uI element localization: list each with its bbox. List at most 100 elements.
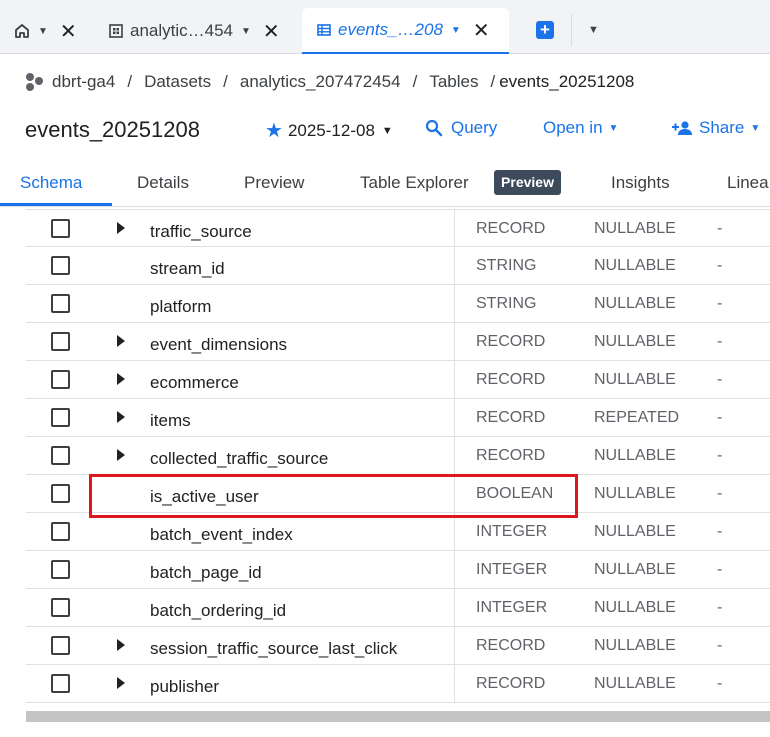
- field-mode: NULLABLE: [594, 371, 676, 388]
- field-name: batch_ordering_id: [150, 601, 287, 620]
- row-checkbox[interactable]: [51, 674, 70, 693]
- row-checkbox[interactable]: [51, 294, 70, 313]
- breadcrumb-project[interactable]: dbrt-ga4: [52, 72, 115, 92]
- chevron-down-icon: ▼: [608, 122, 619, 134]
- field-type: RECORD: [476, 447, 546, 464]
- tab-details[interactable]: Details: [137, 173, 189, 193]
- field-mode: NULLABLE: [594, 599, 676, 616]
- row-checkbox[interactable]: [51, 256, 70, 275]
- field-name: batch_page_id: [150, 563, 262, 582]
- table-row: batch_ordering_id INTEGER NULLABLE -: [26, 589, 770, 627]
- tab-home[interactable]: ▼ ✕: [14, 8, 77, 54]
- row-checkbox[interactable]: [51, 219, 70, 238]
- chevron-down-icon: ▼: [750, 122, 761, 134]
- breadcrumb: dbrt-ga4 / Datasets / analytics_20747245…: [24, 70, 634, 94]
- field-type: RECORD: [476, 220, 546, 237]
- chevron-down-icon: ▼: [381, 124, 393, 137]
- preview-badge: Preview: [494, 170, 561, 195]
- close-icon[interactable]: ✕: [263, 19, 280, 44]
- tab-table-explorer[interactable]: Table Explorer: [360, 173, 469, 193]
- field-name: batch_event_index: [150, 525, 293, 544]
- field-description: -: [717, 257, 723, 274]
- open-in-button[interactable]: Open in ▼: [543, 118, 618, 138]
- field-description: -: [717, 637, 723, 654]
- breadcrumb-separator: /: [490, 72, 496, 91]
- expand-arrow-icon[interactable]: [117, 639, 125, 651]
- table-row: platform STRING NULLABLE -: [26, 285, 770, 323]
- row-checkbox[interactable]: [51, 598, 70, 617]
- close-icon[interactable]: ✕: [60, 19, 77, 44]
- query-button[interactable]: Query: [425, 118, 497, 138]
- field-description: -: [717, 333, 723, 350]
- field-description: -: [717, 485, 723, 502]
- field-description: -: [717, 220, 723, 237]
- horizontal-scrollbar[interactable]: [26, 711, 770, 722]
- tab-schema[interactable]: Schema: [20, 173, 82, 193]
- tab-lineage[interactable]: Linea: [727, 173, 769, 193]
- star-icon[interactable]: ★: [265, 118, 283, 143]
- row-checkbox[interactable]: [51, 636, 70, 655]
- tab-insights[interactable]: Insights: [611, 173, 670, 193]
- row-checkbox[interactable]: [51, 522, 70, 541]
- row-checkbox[interactable]: [51, 332, 70, 351]
- tab-events-label: events_…208: [338, 20, 443, 39]
- field-name: traffic_source: [150, 222, 252, 241]
- field-description: -: [717, 371, 723, 388]
- field-type: STRING: [476, 295, 537, 312]
- expand-arrow-icon[interactable]: [117, 373, 125, 385]
- table-icon: [316, 22, 332, 38]
- row-checkbox[interactable]: [51, 560, 70, 579]
- table-tabs: Schema Details Preview Table Explorer In…: [0, 160, 770, 207]
- field-mode: NULLABLE: [594, 447, 676, 464]
- expand-arrow-icon[interactable]: [117, 335, 125, 347]
- table-row: session_traffic_source_last_click RECORD N…: [26, 627, 770, 665]
- field-name: platform: [150, 297, 212, 316]
- field-name: collected_traffic_source: [150, 449, 329, 468]
- row-checkbox[interactable]: [51, 370, 70, 389]
- chevron-down-icon[interactable]: ▼: [241, 26, 251, 37]
- highlight-box: [89, 474, 578, 518]
- field-mode: NULLABLE: [594, 333, 676, 350]
- field-description: -: [717, 447, 723, 464]
- chevron-down-icon[interactable]: ▼: [38, 26, 48, 37]
- breadcrumb-datasets[interactable]: Datasets: [144, 72, 211, 92]
- expand-arrow-icon[interactable]: [117, 411, 125, 423]
- field-mode: NULLABLE: [594, 220, 676, 237]
- field-type: STRING: [476, 257, 537, 274]
- field-mode: NULLABLE: [594, 257, 676, 274]
- table-row: items RECORD REPEATED -: [26, 399, 770, 437]
- project-icon: [24, 72, 46, 92]
- close-icon[interactable]: ✕: [473, 18, 490, 43]
- new-tab-icon[interactable]: +: [536, 21, 554, 39]
- page-title: events_20251208: [25, 117, 200, 142]
- expand-arrow-icon[interactable]: [117, 222, 125, 234]
- tab-analytics[interactable]: analytic…454 ▼ ✕: [108, 8, 280, 54]
- breadcrumb-separator: /: [223, 72, 228, 91]
- breadcrumb-table: events_20251208: [499, 72, 635, 91]
- row-checkbox[interactable]: [51, 408, 70, 427]
- open-in-label: Open in: [543, 118, 603, 137]
- breadcrumb-separator: /: [412, 72, 418, 91]
- chevron-down-icon[interactable]: ▼: [451, 25, 461, 36]
- expand-arrow-icon[interactable]: [117, 677, 125, 689]
- field-description: -: [717, 599, 723, 616]
- share-button[interactable]: Share ▼: [671, 118, 760, 138]
- field-type: RECORD: [476, 675, 546, 692]
- field-name: event_dimensions: [150, 335, 288, 354]
- tab-menu-icon[interactable]: ▼: [588, 24, 599, 36]
- breadcrumb-tables[interactable]: Tables: [429, 72, 478, 92]
- snapshot-date-dropdown[interactable]: ★ 2025-12-08 ▼: [265, 118, 393, 143]
- snapshot-date-label: 2025-12-08: [287, 120, 375, 140]
- expand-arrow-icon[interactable]: [117, 449, 125, 461]
- field-description: -: [717, 675, 723, 692]
- field-mode: NULLABLE: [594, 485, 676, 502]
- row-checkbox[interactable]: [51, 446, 70, 465]
- field-description: -: [717, 523, 723, 540]
- tab-preview[interactable]: Preview: [244, 173, 304, 193]
- table-row: stream_id STRING NULLABLE -: [26, 247, 770, 285]
- table-row: batch_page_id INTEGER NULLABLE -: [26, 551, 770, 589]
- field-mode: NULLABLE: [594, 523, 676, 540]
- row-checkbox[interactable]: [51, 484, 70, 503]
- breadcrumb-dataset[interactable]: analytics_207472454: [240, 72, 401, 92]
- tab-events[interactable]: events_…208 ▼ ✕: [302, 8, 509, 54]
